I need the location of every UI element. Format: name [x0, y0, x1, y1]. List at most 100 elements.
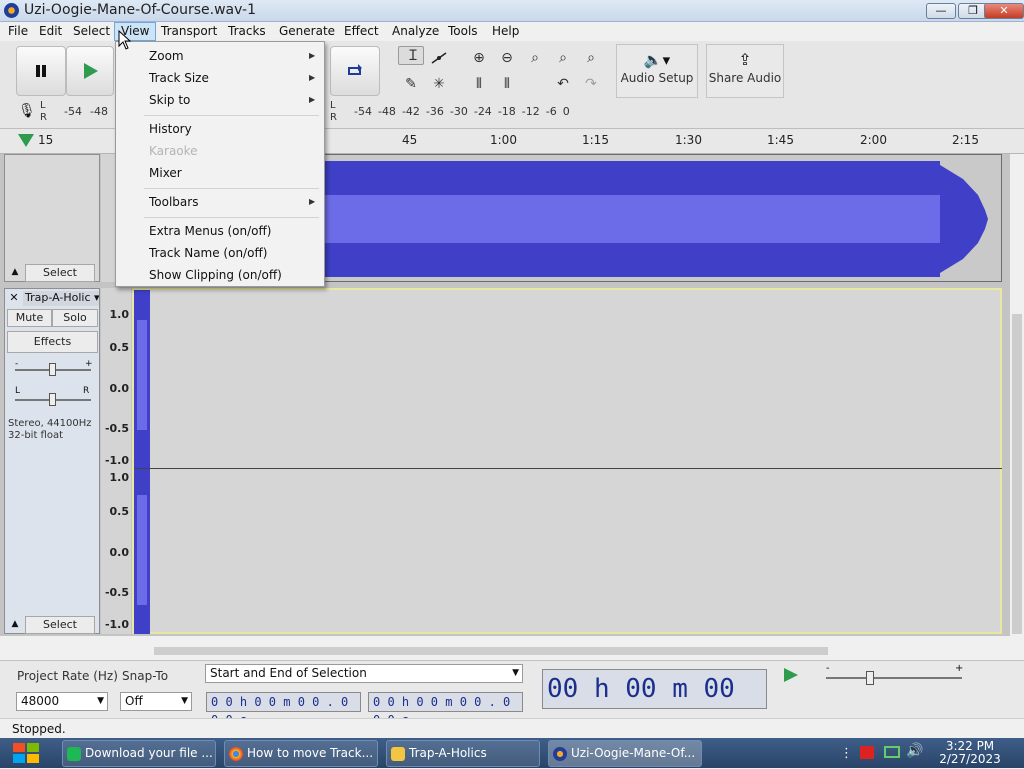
speed-min-label: -	[826, 663, 830, 674]
track2-vertical-ruler: 1.0 0.5 0.0 -0.5 -1.0 1.0 0.5 0.0 -0.5 -…	[101, 288, 131, 634]
track2-clip-rms	[137, 495, 147, 605]
menu-item-track-size[interactable]: Track Size	[149, 71, 209, 85]
track1-select-button[interactable]: Select	[25, 264, 95, 282]
zoom-in-icon: ⊕	[473, 50, 485, 66]
menu-analyze[interactable]: Analyze	[386, 22, 445, 41]
menu-item-skip-to[interactable]: Skip to	[149, 93, 190, 107]
menu-item-mixer[interactable]: Mixer	[149, 166, 182, 180]
play-head-marker-icon[interactable]	[18, 134, 34, 147]
selection-start-time[interactable]: 0 0 h 0 0 m 0 0 . 0 0 0 s	[206, 692, 361, 727]
menu-item-track-name[interactable]: Track Name (on/off)	[149, 246, 267, 260]
selection-mode-select[interactable]: Start and End of Selection ▼	[205, 664, 523, 683]
taskbar-item-folder[interactable]: Trap-A-Holics	[386, 740, 540, 767]
horizontal-scrollbar[interactable]	[130, 645, 1000, 657]
share-audio-label: Share Audio	[708, 71, 782, 85]
zoom-in-button[interactable]: ⊕	[466, 46, 492, 70]
track2-scale-label: 1.0	[109, 471, 130, 484]
loop-icon	[348, 64, 362, 75]
menu-item-extra-menus[interactable]: Extra Menus (on/off)	[149, 224, 271, 238]
fit-project-button[interactable]: ⌕	[550, 46, 576, 70]
menu-transport[interactable]: Transport	[155, 22, 223, 41]
horizontal-scrollbar-thumb[interactable]	[154, 647, 828, 655]
vertical-scrollbar[interactable]	[1010, 154, 1024, 636]
track2-waveform[interactable]	[132, 288, 1002, 634]
action-center-flag-icon[interactable]	[860, 746, 874, 759]
menu-select[interactable]: Select	[67, 22, 116, 41]
play-button[interactable]	[66, 46, 114, 96]
fit-selection-button[interactable]: ⌕	[522, 46, 548, 70]
zoom-toggle-icon: ⌕	[587, 50, 595, 66]
collapse-icon[interactable]: ▲	[7, 264, 23, 280]
network-icon[interactable]	[884, 746, 900, 758]
ruler-tick: 1:00	[490, 133, 517, 147]
app-green-icon	[67, 747, 81, 761]
menu-item-toolbars[interactable]: Toolbars	[149, 195, 198, 209]
effects-button[interactable]: Effects	[7, 331, 98, 353]
menu-generate[interactable]: Generate	[273, 22, 341, 41]
selection-end-time[interactable]: 0 0 h 0 0 m 0 0 . 0 0 0 s	[368, 692, 523, 727]
snap-to-label: Snap-To	[122, 669, 169, 683]
start-button[interactable]	[10, 740, 44, 766]
audio-setup-button[interactable]: 🔈▾ Audio Setup	[616, 44, 698, 98]
menu-file[interactable]: File	[2, 22, 34, 41]
share-icon: ⇪	[738, 50, 752, 69]
mute-button[interactable]: Mute	[7, 309, 52, 327]
menu-help[interactable]: Help	[486, 22, 525, 41]
track-close-icon[interactable]: ✕	[7, 291, 21, 305]
overflow-icon[interactable]: ⋮	[840, 746, 853, 761]
track2-scale-label: 0.5	[109, 341, 130, 354]
menu-tracks[interactable]: Tracks	[222, 22, 272, 41]
menu-separator	[144, 217, 319, 218]
trim-button[interactable]: ⦀	[466, 72, 492, 96]
menu-item-history[interactable]: History	[149, 122, 192, 136]
minimize-button[interactable]: —	[926, 3, 956, 19]
pan-left-label: L	[15, 386, 21, 396]
solo-button[interactable]: Solo	[52, 309, 98, 327]
taskbar-item-audacity[interactable]: Uzi-Oogie-Mane-Of...	[548, 740, 702, 767]
menu-item-zoom[interactable]: Zoom	[149, 49, 184, 63]
playback-speed-thumb[interactable]	[866, 671, 874, 685]
selection-tool-button[interactable]: Ｉ	[398, 46, 424, 65]
zoom-out-button[interactable]: ⊖	[494, 46, 520, 70]
volume-icon[interactable]: 🔊	[906, 743, 923, 759]
taskbar-item-download[interactable]: Download your file ...	[62, 740, 216, 767]
snap-to-select[interactable]: Off ▼	[120, 692, 192, 711]
audacity-logo-icon	[4, 3, 19, 18]
audio-position-time[interactable]: 00 h 00 m 00 s	[542, 669, 767, 742]
track2-scale-label: -1.0	[104, 618, 129, 631]
track2-select-button[interactable]: Select	[25, 616, 95, 634]
clock-date: 2/27/2023	[939, 752, 1001, 766]
draw-tool-button[interactable]: ✎	[398, 72, 424, 96]
share-audio-button[interactable]: ⇪ Share Audio	[706, 44, 784, 98]
microphone-icon[interactable]: 🎙	[18, 103, 36, 119]
menu-edit[interactable]: Edit	[33, 22, 68, 41]
gain-slider-thumb[interactable]	[49, 363, 56, 376]
chrome-icon	[229, 747, 243, 761]
ruler-tick: 1:45	[767, 133, 794, 147]
pause-button[interactable]	[16, 46, 66, 96]
pan-slider-thumb[interactable]	[49, 393, 56, 406]
zoom-toggle-button[interactable]: ⌕	[578, 46, 604, 70]
vertical-scrollbar-thumb[interactable]	[1012, 314, 1022, 634]
multi-tool-button[interactable]: ✳	[426, 72, 452, 96]
silence-button[interactable]: ⦀	[494, 72, 520, 96]
menu-effect[interactable]: Effect	[338, 22, 385, 41]
track-name-dropdown[interactable]: Trap-A-Holic ▾	[23, 291, 99, 306]
menu-tools[interactable]: Tools	[442, 22, 484, 41]
ruler-tick: 2:00	[860, 133, 887, 147]
collapse-icon[interactable]: ▲	[7, 616, 23, 632]
close-button[interactable]: ✕	[984, 3, 1024, 19]
project-rate-select[interactable]: 48000 ▼	[16, 692, 108, 711]
redo-button[interactable]: ↷	[578, 72, 604, 96]
menu-item-show-clipping[interactable]: Show Clipping (on/off)	[149, 268, 282, 282]
playback-meter[interactable]: -54 -48 -42 -36 -30 -24 -18 -12 -6 0	[354, 105, 574, 119]
clock[interactable]: 3:22 PM 2/27/2023	[930, 740, 1010, 766]
loop-button[interactable]	[330, 46, 380, 96]
undo-button[interactable]: ↶	[550, 72, 576, 96]
taskbar-item-browser[interactable]: How to move Track...	[224, 740, 378, 767]
play-at-speed-button[interactable]	[780, 664, 802, 690]
submenu-arrow-icon: ▶	[309, 51, 316, 60]
envelope-tool-button[interactable]	[426, 46, 452, 70]
playback-speed-slider[interactable]	[826, 677, 962, 679]
speed-max-label: +	[955, 663, 964, 674]
